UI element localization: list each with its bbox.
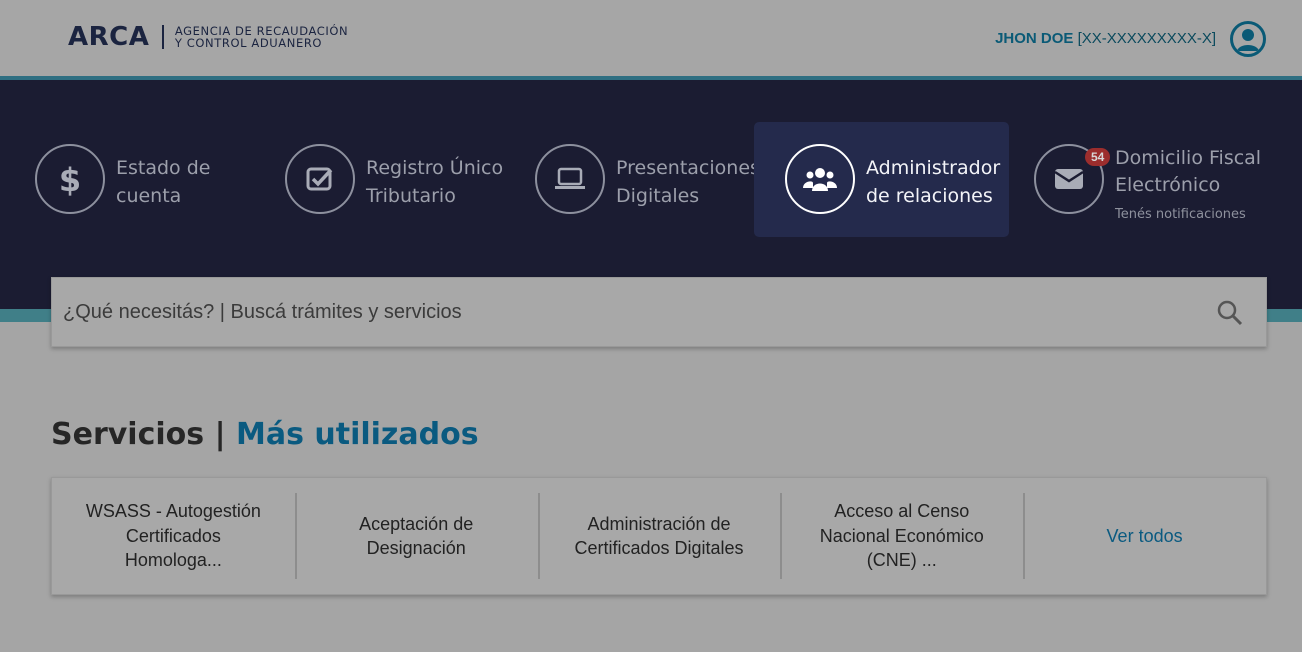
service-card-administracion-certificados[interactable]: Administración de Certificados Digitales [537, 478, 781, 594]
arca-logo[interactable]: ARCA AGENCIA DE RECAUDACIÓN Y CONTROL AD… [68, 22, 348, 52]
dollar-icon: $ [35, 144, 105, 214]
nav-item-estado-de-cuenta[interactable]: $ Estado de cuenta [4, 122, 259, 237]
nav-item-domicilio-fiscal[interactable]: 54 Domicilio Fiscal Electrónico Tenés not… [1003, 122, 1302, 237]
search-icon[interactable] [1216, 299, 1244, 327]
nav-label: Registro Único Tributario [366, 157, 504, 207]
services-list: WSASS - Autogestión Certificados Homologa.… [51, 477, 1267, 595]
services-title: Servicios | Más utilizados [51, 417, 479, 452]
nav-label: Administrador de relaciones [866, 157, 1001, 207]
user-avatar-icon[interactable] [1230, 21, 1266, 57]
main-nav: $ Estado de cuenta Registro Único Tributar… [0, 80, 1302, 309]
nav-item-registro-unico[interactable]: Registro Único Tributario [254, 122, 509, 237]
nav-subtext: Tenés notificaciones [1115, 207, 1246, 222]
people-icon [785, 144, 855, 214]
user-id: [XX-XXXXXXXXX-X] [1077, 30, 1216, 47]
svg-text:$: $ [59, 161, 81, 197]
nav-label: Domicilio Fiscal Electrónico Tenés notifi… [1115, 147, 1262, 222]
nav-label: Presentaciones Digitales [616, 157, 760, 207]
logo-text: ARCA [68, 22, 150, 52]
services-title-main: Servicios | [51, 417, 226, 452]
logo-subtitle: AGENCIA DE RECAUDACIÓN Y CONTROL ADUANER… [175, 25, 348, 49]
nav-item-presentaciones[interactable]: Presentaciones Digitales [504, 122, 760, 237]
user-name: JHON DOE [995, 30, 1074, 47]
nav-item-administrador-relaciones[interactable]: Administrador de relaciones [754, 122, 1009, 237]
checkbox-icon [285, 144, 355, 214]
ver-todos-link[interactable]: Ver todos [1023, 478, 1266, 594]
search-bar[interactable]: ¿Qué necesitás? | Buscá trámites y servi… [51, 277, 1267, 347]
user-info[interactable]: JHON DOE [XX-XXXXXXXXX-X] [995, 30, 1216, 47]
envelope-icon: 54 [1034, 144, 1111, 214]
search-input[interactable]: ¿Qué necesitás? | Buscá trámites y servi… [63, 301, 462, 324]
laptop-icon [535, 144, 605, 214]
service-card-censo[interactable]: Acceso al Censo Nacional Económico (CNE) .… [780, 478, 1023, 594]
services-title-highlight: Más utilizados [235, 417, 479, 452]
service-card-aceptacion[interactable]: Aceptación de Designación [294, 478, 538, 594]
service-card-wsass[interactable]: WSASS - Autogestión Certificados Homologa.… [52, 478, 295, 594]
logo-separator [162, 25, 164, 49]
top-header: ARCA AGENCIA DE RECAUDACIÓN Y CONTROL AD… [0, 0, 1302, 77]
nav-label: Estado de cuenta [116, 157, 211, 207]
notification-badge: 54 [1085, 148, 1111, 166]
logo-subtitle-line2: Y CONTROL ADUANERO [174, 36, 323, 50]
